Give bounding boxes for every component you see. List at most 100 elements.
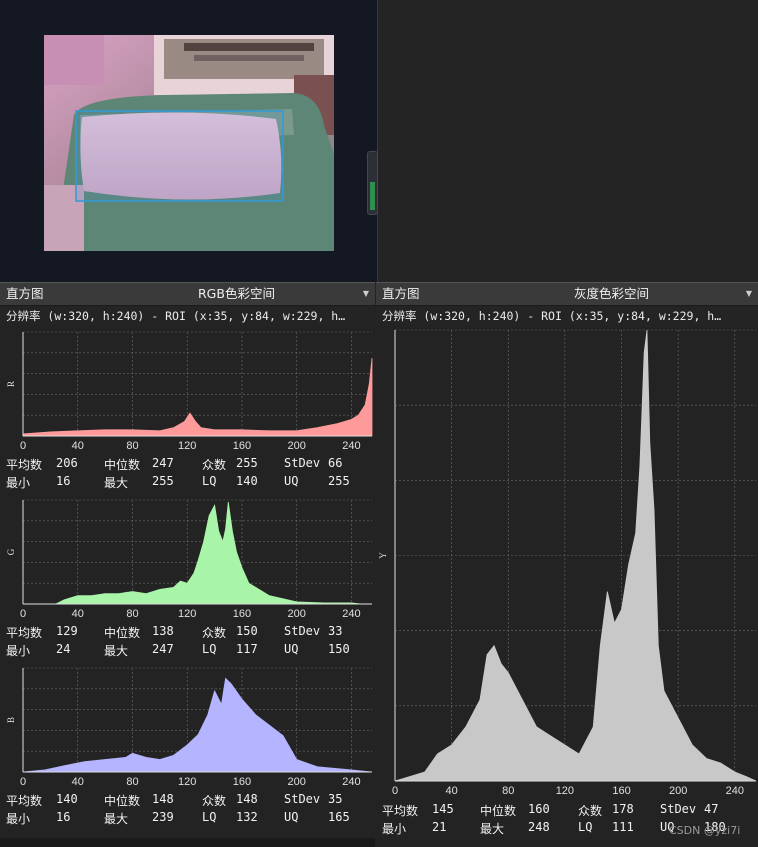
x-tick-label: 40 [72, 440, 84, 452]
stat-cell: 248 [528, 820, 550, 834]
gray-histogram-panel: 直方图 灰度色彩空间 ▼ 分辨率 (w:320, h:240) - ROI (x… [376, 282, 758, 326]
stat-cell: 33 [328, 624, 343, 638]
stat-cell: 150 [328, 642, 350, 656]
camera-image [44, 35, 334, 251]
stat-cell: 239 [152, 810, 174, 824]
red-histogram-chart: 0 40 80 120 160 200 240 R [6, 331, 373, 452]
stat-cell: 47 [704, 802, 719, 816]
x-tick-label: 80 [126, 608, 138, 620]
x-tick-label: 160 [612, 785, 630, 796]
dropdown-arrow-icon[interactable]: ▼ [363, 283, 369, 305]
stat-cell: 众数 [202, 794, 227, 808]
stat-cell: 平均数 [382, 804, 419, 818]
panel-header: 直方图 灰度色彩空间 ▼ [376, 282, 758, 306]
stat-cell: 16 [56, 474, 71, 488]
x-tick-label: 40 [446, 785, 458, 796]
stat-cell: 中位数 [480, 804, 517, 818]
x-tick-label: 120 [178, 440, 196, 452]
stat-cell: 中位数 [104, 626, 141, 640]
x-tick-label: 160 [233, 776, 251, 788]
x-tick-label: 200 [669, 785, 687, 796]
x-tick-label: 40 [72, 776, 84, 788]
luma-histogram-chart: 0 40 80 120 160 200 240 Y [378, 329, 757, 796]
stat-cell: 111 [612, 820, 634, 834]
x-tick-label: 40 [72, 608, 84, 620]
stat-cell: 206 [56, 456, 78, 470]
stat-cell: 66 [328, 456, 343, 470]
dropdown-arrow-icon[interactable]: ▼ [746, 283, 752, 305]
stat-cell: StDev [284, 624, 321, 638]
stat-cell: StDev [284, 792, 321, 806]
stat-cell: 最大 [104, 644, 129, 658]
level-meter[interactable] [367, 151, 378, 215]
resolution-line: 分辨率 (w:320, h:240) - ROI (x:35, y:84, w:… [376, 306, 758, 326]
stat-cell: 平均数 [6, 626, 43, 640]
x-tick-label: 120 [178, 608, 196, 620]
camera-preview[interactable] [44, 35, 334, 251]
stat-cell: 148 [152, 792, 174, 806]
x-tick-label: 160 [233, 608, 251, 620]
stat-cell: 140 [56, 792, 78, 806]
stat-cell: 178 [612, 802, 634, 816]
x-tick-label: 80 [502, 785, 514, 796]
stat-cell: 255 [236, 456, 258, 470]
stat-cell: LQ [202, 810, 217, 824]
stat-cell: 148 [236, 792, 258, 806]
rgb-histogram-panel: 直方图 RGB色彩空间 ▼ 分辨率 (w:320, h:240) - ROI (… [0, 282, 375, 326]
panel-title: 直方图 [382, 286, 420, 301]
stat-cell: 129 [56, 624, 78, 638]
x-tick-label: 80 [126, 776, 138, 788]
stat-cell: 最小 [6, 812, 31, 826]
x-tick-label: 0 [20, 440, 26, 452]
stat-cell: UQ [284, 474, 299, 488]
stat-cell: 140 [236, 474, 258, 488]
stat-cell: 平均数 [6, 458, 43, 472]
x-tick-label: 200 [288, 776, 306, 788]
x-tick-label: 80 [126, 440, 138, 452]
stat-cell: 16 [56, 810, 71, 824]
panel-header: 直方图 RGB色彩空间 ▼ [0, 282, 375, 306]
axis-letter: G [6, 548, 16, 555]
x-tick-label: 240 [726, 785, 744, 796]
blue-stats: 平均数 140 中位数 148 众数 148 StDev 35 最小 16 最大 239 LQ 132 UQ… [0, 792, 375, 828]
stat-cell: 中位数 [104, 458, 141, 472]
stat-cell: 最大 [104, 812, 129, 826]
stat-cell: StDev [284, 456, 321, 470]
stat-cell: StDev [660, 802, 697, 816]
stat-cell: 150 [236, 624, 258, 638]
stat-cell: 247 [152, 642, 174, 656]
colorspace-select[interactable]: 灰度色彩空间 [574, 283, 649, 305]
stat-cell: 132 [236, 810, 258, 824]
x-tick-label: 160 [233, 440, 251, 452]
bottom-strip [0, 838, 375, 847]
stat-cell: 最小 [6, 476, 31, 490]
stat-cell: 众数 [578, 804, 603, 818]
stat-cell: LQ [578, 820, 593, 834]
x-tick-label: 0 [20, 776, 26, 788]
colorspace-select[interactable]: RGB色彩空间 [198, 283, 275, 305]
stat-cell: 255 [152, 474, 174, 488]
stat-cell: 最小 [382, 822, 407, 836]
x-tick-label: 240 [342, 608, 360, 620]
axis-letter: Y [378, 552, 388, 559]
stat-cell: 21 [432, 820, 447, 834]
green-stats: 平均数 129 中位数 138 众数 150 StDev 33 最小 24 最大 247 LQ 117 UQ… [0, 624, 375, 660]
stat-cell: 24 [56, 642, 71, 656]
x-tick-label: 0 [20, 608, 26, 620]
stat-cell: 255 [328, 474, 350, 488]
x-tick-label: 200 [288, 440, 306, 452]
stat-cell: 138 [152, 624, 174, 638]
stat-cell: 众数 [202, 458, 227, 472]
x-tick-label: 240 [342, 776, 360, 788]
resolution-line: 分辨率 (w:320, h:240) - ROI (x:35, y:84, w:… [0, 306, 375, 326]
x-tick-label: 240 [342, 440, 360, 452]
panel-title: 直方图 [6, 286, 44, 301]
stat-cell: 最小 [6, 644, 31, 658]
stat-cell: LQ [202, 474, 217, 488]
stat-cell: 117 [236, 642, 258, 656]
stat-cell: UQ [284, 810, 299, 824]
watermark: CSDN @yzi7i [669, 824, 741, 837]
stat-cell: 最大 [104, 476, 129, 490]
red-stats: 平均数 206 中位数 247 众数 255 StDev 66 最小 16 最大 255 LQ 140 UQ… [0, 456, 375, 492]
empty-panel [378, 0, 758, 282]
